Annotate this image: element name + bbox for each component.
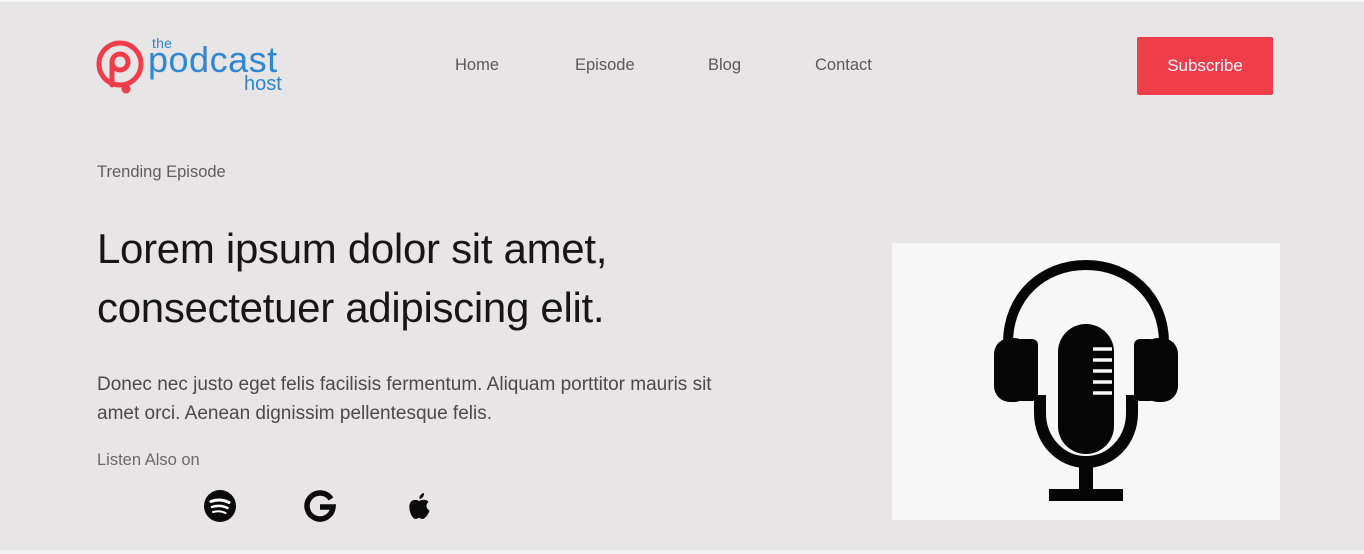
spotify-icon [204, 490, 236, 522]
subscribe-button[interactable]: Subscribe [1137, 37, 1273, 95]
site-logo[interactable]: the podcast host [96, 36, 296, 96]
logo-host-text: host [244, 73, 282, 95]
nav-item-home[interactable]: Home [455, 54, 499, 76]
google-icon [304, 490, 336, 522]
podcast-microphone-headphones-icon [994, 259, 1178, 501]
apple-podcasts-link[interactable] [401, 488, 437, 524]
logo-mark-icon [96, 40, 144, 94]
nav-item-episode[interactable]: Episode [575, 54, 635, 76]
page: the podcast host Home Episode Blog Conta… [0, 0, 1364, 554]
nav-item-contact[interactable]: Contact [815, 54, 872, 76]
apple-icon [409, 493, 430, 519]
hero-description: Donec nec justo eget felis facilisis fer… [97, 374, 712, 424]
eyebrow-label: Trending Episode [97, 163, 226, 181]
hero-image [892, 243, 1280, 520]
google-podcasts-link[interactable] [302, 488, 338, 524]
page-title: Lorem ipsum dolor sit amet, consectetuer… [97, 225, 608, 331]
footer-divider [0, 550, 1364, 554]
listen-also-label: Listen Also on [97, 451, 200, 469]
nav-item-blog[interactable]: Blog [708, 54, 741, 76]
spotify-link[interactable] [202, 488, 238, 524]
